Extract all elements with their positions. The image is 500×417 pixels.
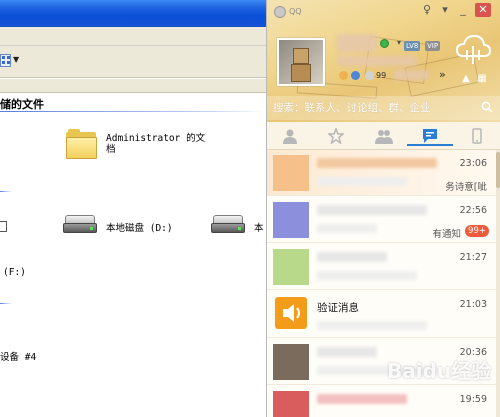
message-time: 21:27 [459,252,487,263]
avatar [273,391,309,417]
level-badge: LV8 [404,41,421,51]
device-label[interactable]: 设备 #4 [0,349,36,363]
tab-groups[interactable] [360,122,406,150]
list-item-verification[interactable]: 验证消息 21:03 [267,291,500,338]
hard-drive-icon[interactable] [63,215,97,233]
active-tab-indicator [407,144,453,146]
explorer-menu-bar [0,27,266,46]
phone-icon [472,128,482,144]
drive-fragment-box [0,221,7,232]
hard-drive-icon-2[interactable] [211,215,245,233]
cloud-icon[interactable] [453,32,493,68]
drive-d-label[interactable]: 本地磁盘 (D:) [106,220,173,234]
list-scrollbar-thumb[interactable] [496,152,500,188]
list-item[interactable]: 22:56 有通知 99+ [267,197,500,243]
drive-e-label[interactable]: 本 [254,220,264,234]
signature-blurred[interactable] [337,56,417,66]
shirt-icon[interactable]: ▲ [458,72,474,86]
avatar [273,344,309,380]
avatar [273,202,309,238]
search-input[interactable]: 搜索：联系人、讨论组、群、企业 [273,100,431,115]
explorer-address-bar [0,79,266,93]
avatar [273,155,309,191]
list-item[interactable]: 23:06 务诗意[呲 [267,150,500,196]
verification-message-title: 验证消息 [317,302,359,314]
message-preview: 有通知 [432,229,461,240]
mail-icon [365,71,374,80]
message-time: 22:56 [459,205,487,216]
skin-icon[interactable]: ♀ [419,3,435,17]
minimize-button[interactable]: _ [455,3,471,17]
online-status-icon[interactable] [380,39,389,48]
more-chevron-icon[interactable]: » [439,68,446,81]
app-box-icon[interactable]: ▦ [474,72,490,86]
nickname-blurred [337,34,377,52]
tab-phone[interactable] [454,122,500,150]
tab-favorites[interactable] [313,122,359,150]
vip-badge: VIP [425,41,441,51]
watermark: Baidu经验 [387,359,492,383]
tab-contacts[interactable] [267,122,313,150]
section-divider-3 [0,303,12,304]
qq-penguin-icon [274,6,286,18]
zone-icon [351,71,360,80]
drive-f-label[interactable]: (F:) [3,267,26,278]
view-mode-icon[interactable] [0,54,11,67]
list-item[interactable]: 21:27 [267,244,500,290]
message-time: 19:59 [459,394,487,405]
my-documents-label[interactable]: Administrator 的文 档 [106,133,205,155]
chat-bubble-icon [423,129,437,143]
menu-icon[interactable]: ▾ [437,3,453,17]
view-dropdown-chevron-icon[interactable]: ▼ [13,55,19,64]
folder-icon[interactable] [66,128,98,160]
section-divider-2 [0,191,12,192]
person-icon [283,129,297,144]
file-explorer-window: ▼ 储的文件 Administrator 的文 档 本地磁盘 (D:) 本 (F… [0,0,266,417]
speaker-icon [275,297,307,329]
search-icon[interactable] [481,101,493,113]
unread-count-badge: 99+ [465,225,489,237]
weather-icon [339,71,348,80]
star-icon [328,128,344,144]
main-tabs [267,122,500,150]
stored-files-section-title: 储的文件 [0,98,44,111]
more-icons-blurred [393,70,429,80]
group-icon [375,130,393,144]
explorer-title-bar[interactable] [0,0,266,27]
explorer-toolbar: ▼ [0,46,266,78]
close-button[interactable]: ✕ [475,3,491,17]
qq-brand-label: QQ [289,7,302,16]
message-time: 21:03 [459,299,487,310]
avatar [273,249,309,285]
list-item[interactable]: 19:59 [267,386,500,417]
qq-main-panel: QQ ♀ ▾ _ ✕ ▾ LV8 VIP 99 » ▲ ▦ 搜索：联系人、讨论组… [266,0,500,417]
avatar[interactable] [277,38,325,86]
list-scrollbar[interactable] [496,150,500,417]
message-time: 23:06 [459,158,487,169]
message-preview: 务诗意[呲 [445,182,487,193]
qq-header: QQ ♀ ▾ _ ✕ ▾ LV8 VIP 99 » ▲ ▦ 搜索：联系人、讨论组… [267,0,500,122]
section-divider [0,111,266,112]
mail-count: 99 [376,71,387,80]
